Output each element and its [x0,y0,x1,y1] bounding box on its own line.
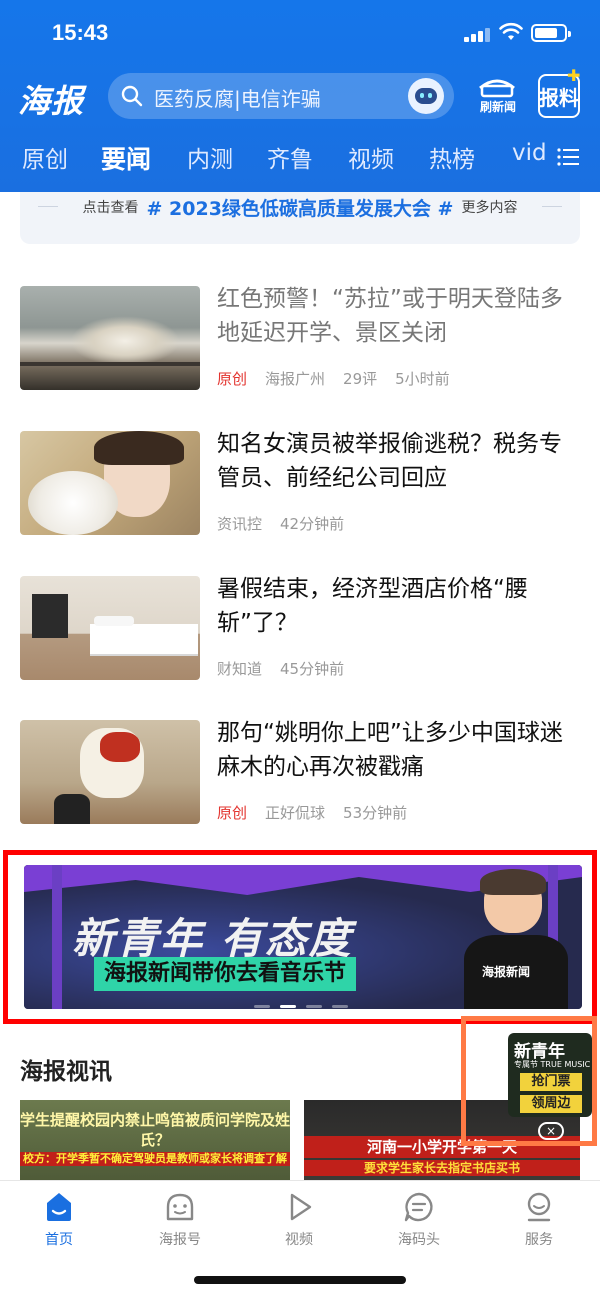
topic-more[interactable]: 更多内容 [461,197,517,217]
news-meta: 资讯控 42分钟前 [217,513,362,534]
search-icon [121,85,143,107]
tab-original[interactable]: 原创 [22,140,68,174]
nav-haibao-account[interactable]: 海报号 [140,1189,220,1249]
carousel-dots [254,993,358,1009]
nav-label: 服务 [525,1232,553,1248]
status-time: 15:43 [52,20,109,45]
home-icon [47,1193,71,1221]
news-meta: 原创 正好侃球 53分钟前 [217,802,425,823]
news-meta: 财知道 45分钟前 [217,658,362,679]
ad-subtitle: 海报新闻带你去看音乐节 [94,957,357,991]
news-time: 42分钟前 [280,515,345,533]
tab-trending[interactable]: 热榜 [429,140,475,174]
nav-label: 海报号 [159,1232,201,1248]
battery-icon [531,24,571,42]
search-bar[interactable]: 医药反腐|电信诈骗 [108,73,454,119]
report-label[interactable]: 报料 [536,82,582,111]
home-indicator[interactable] [194,1276,406,1284]
ad-banner[interactable]: 新青年 有态度 海报新闻带你去看音乐节 海报新闻 [24,865,582,1009]
video-subcaption: 要求学生家长去指定书店买书 [304,1160,580,1176]
topic-hashtag[interactable]: # 2023绿色低碳高质量发展大会 # [147,194,454,221]
get-merch-button[interactable]: 领周边 [520,1095,582,1113]
nav-home[interactable]: 首页 [19,1189,99,1249]
mascot-illustration: 海报新闻 [444,869,574,1009]
ad-banner-highlight: 新青年 有态度 海报新闻带你去看音乐节 海报新闻 [3,850,597,1024]
nav-label: 视频 [285,1232,313,1248]
news-comments: 29评 [343,370,378,388]
signal-icon [464,28,490,42]
news-thumbnail [20,720,200,824]
news-thumbnail [20,286,200,390]
status-bar: 15:43 [0,0,600,66]
news-source[interactable]: 财知道 [217,660,262,678]
news-thumbnail [20,431,200,535]
app-logo: 海报 [18,82,85,120]
news-item[interactable]: 知名女演员被举报偷逃税？税务专管员、前经纪公司回应 资讯控 42分钟前 [20,431,580,537]
nav-label: 海码头 [398,1232,440,1248]
topic-prefix: 点击查看 [82,200,139,216]
chat-icon [404,1192,433,1222]
news-time: 45分钟前 [280,660,345,678]
nav-video[interactable]: 视频 [259,1189,339,1249]
channel-menu-icon[interactable] [557,147,579,167]
buy-ticket-button[interactable]: 抢门票 [520,1073,582,1091]
news-item[interactable]: 红色预警！“苏拉”或于明天登陆多地延迟开学、景区关闭 原创 海报广州 29评 5小时前 [20,286,580,392]
nav-label: 首页 [45,1232,73,1248]
floating-ad[interactable]: 新青年 专属节 TRUE MUSIC 抢门票 领周边 [508,1033,592,1117]
news-title[interactable]: 暑假结束，经济型酒店价格“腰斩”了？ [217,572,583,640]
news-title[interactable]: 红色预警！“苏拉”或于明天登陆多地延迟开学、景区关闭 [217,282,583,350]
news-source[interactable]: 海报广州 [265,370,325,388]
close-icon[interactable]: × [538,1122,564,1140]
news-source[interactable]: 资讯控 [217,515,262,533]
app-header: 15:43 海报 医药反腐|电信诈骗 刷新闻 报料 ✚ 原创 要闻 内测 齐鲁 … [0,0,600,192]
topic-banner[interactable]: 点击查看 # 2023绿色低碳高质量发展大会 # 更多内容 [20,192,580,244]
news-thumbnail [20,576,200,680]
news-meta: 原创 海报广州 29评 5小时前 [217,368,468,389]
news-time: 5小时前 [395,370,450,388]
news-time: 53分钟前 [343,804,408,822]
refresh-news-label[interactable]: 刷新闻 [470,98,526,115]
play-icon [290,1193,312,1221]
video-caption: 学生提醒校园内禁止鸣笛被质问学院及姓氏？ [20,1111,290,1149]
original-badge: 原创 [217,804,248,822]
tab-video[interactable]: 视频 [348,140,394,174]
nav-haimatou[interactable]: 海码头 [379,1189,459,1249]
floating-ad-highlight: 新青年 专属节 TRUE MUSIC 抢门票 领周边 [461,1016,597,1146]
user-icon [527,1192,551,1222]
section-title: 海报视讯 [20,1059,112,1085]
channel-tabs: 原创 要闻 内测 齐鲁 视频 热榜 vid [0,140,600,182]
shirt-text: 海报新闻 [482,965,531,979]
news-item[interactable]: 那句“姚明你上吧”让多少中国球迷麻木的心再次被戳痛 原创 正好侃球 53分钟前 [20,720,580,826]
news-item[interactable]: 暑假结束，经济型酒店价格“腰斩”了？ 财知道 45分钟前 [20,576,580,682]
original-badge: 原创 [217,370,248,388]
assistant-robot-icon[interactable] [408,78,444,114]
divider [542,206,562,207]
plus-icon: ✚ [567,66,581,85]
news-title[interactable]: 知名女演员被举报偷逃税？税务专管员、前经纪公司回应 [217,427,583,495]
video-card[interactable]: 学生提醒校园内禁止鸣笛被质问学院及姓氏？ 校方：开学季暂不确定驾驶员是教师或家长… [20,1100,290,1180]
video-subcaption: 校方：开学季暂不确定驾驶员是教师或家长将调查了解 [20,1152,290,1166]
tab-qilu[interactable]: 齐鲁 [267,140,313,174]
floating-ad-small: 专属节 TRUE MUSIC [514,1060,591,1069]
tab-beta[interactable]: 内测 [187,140,233,174]
search-placeholder: 医药反腐|电信诈骗 [154,87,321,111]
tab-vid[interactable]: vid [512,140,547,166]
face-icon [166,1193,194,1221]
news-source[interactable]: 正好侃球 [265,804,325,822]
nav-service[interactable]: 服务 [499,1189,579,1249]
wifi-icon [499,22,523,40]
tab-headlines[interactable]: 要闻 [101,140,156,182]
news-title[interactable]: 那句“姚明你上吧”让多少中国球迷麻木的心再次被戳痛 [217,716,583,784]
